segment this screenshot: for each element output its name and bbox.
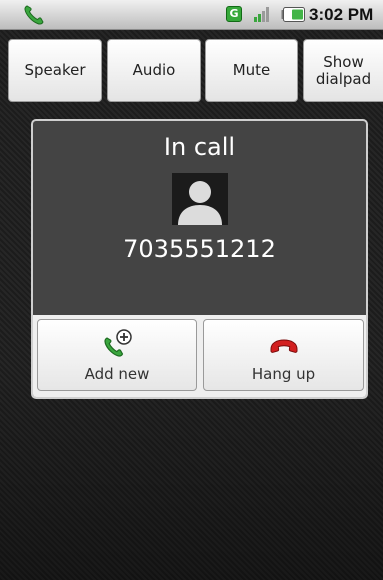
show-dialpad-label: Show dialpad	[315, 52, 372, 88]
hang-up-label: Hang up	[251, 365, 316, 383]
caller-phone-number: 7035551212	[123, 235, 276, 263]
battery-icon	[281, 7, 305, 22]
signal-strength-icon	[254, 7, 269, 22]
mute-button[interactable]: Mute	[205, 39, 298, 102]
call-state-label: In call	[163, 133, 236, 161]
status-bar: G 3:02 PM	[0, 0, 383, 30]
call-action-bar: Add new Hang up	[33, 315, 366, 397]
call-card: In call 7035551212 Add new Hang up	[31, 119, 368, 399]
audio-button[interactable]: Audio	[107, 39, 201, 102]
active-call-icon	[24, 5, 44, 25]
clock: 3:02 PM	[309, 5, 374, 24]
speaker-button[interactable]: Speaker	[8, 39, 102, 102]
show-dialpad-button[interactable]: Show dialpad	[303, 39, 383, 102]
network-type-icon: G	[226, 6, 242, 22]
in-call-screen: Speaker Audio Mute Show dialpad In call …	[0, 30, 383, 580]
add-call-icon	[104, 329, 132, 357]
in-call-control-bar: Speaker Audio Mute Show dialpad	[8, 39, 383, 102]
hang-up-button[interactable]: Hang up	[203, 319, 364, 391]
contact-avatar-icon	[172, 173, 228, 225]
show-dialpad-label-line2: dialpad	[315, 69, 372, 88]
add-call-button[interactable]: Add new	[37, 319, 197, 391]
show-dialpad-label-line1: Show	[323, 52, 364, 71]
hang-up-icon	[270, 339, 297, 353]
add-call-label: Add new	[84, 365, 150, 383]
